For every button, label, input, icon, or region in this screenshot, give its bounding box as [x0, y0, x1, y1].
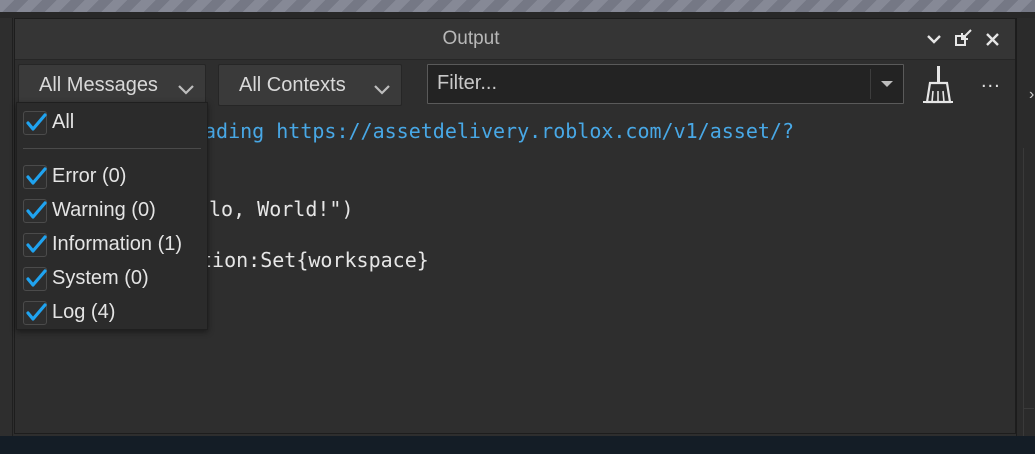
console-line: lo, World!") [209, 197, 354, 221]
undock-icon[interactable] [953, 27, 975, 51]
menu-item-label: Error (0) [52, 165, 127, 187]
menu-item-all[interactable]: All [23, 109, 203, 137]
chevron-down-icon [177, 79, 195, 102]
output-titlebar[interactable]: Output [15, 19, 1015, 60]
message-type-menu: All Error (0) Warning (0) Information (1… [16, 102, 208, 330]
status-bar [0, 436, 1035, 454]
chevron-down-icon [373, 79, 391, 102]
left-panel-edge [0, 18, 13, 436]
window-title: Output [442, 28, 500, 49]
menu-item-label: Information (1) [52, 233, 183, 255]
console-line: ading https://assetdelivery.roblox.com/v… [204, 119, 795, 143]
filter-separator [870, 69, 871, 99]
filter-field[interactable] [427, 64, 904, 104]
information-checkbox[interactable] [23, 233, 47, 257]
menu-item-system[interactable]: System (0) [23, 265, 203, 293]
messages-filter-dropdown[interactable]: All Messages [18, 64, 206, 106]
menu-item-label: All [52, 111, 75, 133]
system-checkbox[interactable] [23, 267, 47, 291]
menu-item-label: Warning (0) [52, 199, 156, 221]
more-options-icon[interactable]: ... [981, 70, 1001, 93]
menu-divider [23, 148, 201, 149]
right-panel-edge: › [1016, 18, 1035, 449]
chevron-down-icon[interactable] [923, 27, 945, 51]
messages-filter-label: All Messages [39, 74, 158, 96]
error-checkbox[interactable] [23, 165, 47, 189]
menu-item-information[interactable]: Information (1) [23, 231, 203, 259]
console-line: tion:Set{workspace} [200, 248, 429, 272]
all-checkbox[interactable] [23, 111, 47, 135]
viewport-strip [0, 0, 1035, 12]
broom-icon[interactable] [921, 64, 955, 106]
menu-item-label: Log (4) [52, 301, 116, 323]
menu-item-log[interactable]: Log (4) [23, 299, 203, 327]
right-scrollbar[interactable] [1023, 148, 1034, 418]
expand-icon[interactable]: › [1029, 86, 1034, 104]
filter-history-caret-icon[interactable] [881, 81, 893, 87]
menu-item-error[interactable]: Error (0) [23, 163, 203, 191]
contexts-filter-label: All Contexts [239, 74, 346, 96]
close-icon[interactable] [982, 27, 1004, 51]
filter-input[interactable] [428, 65, 877, 101]
menu-item-warning[interactable]: Warning (0) [23, 197, 203, 225]
warning-checkbox[interactable] [23, 199, 47, 223]
contexts-filter-dropdown[interactable]: All Contexts [218, 64, 402, 106]
menu-item-label: System (0) [52, 267, 149, 289]
log-checkbox[interactable] [23, 301, 47, 325]
